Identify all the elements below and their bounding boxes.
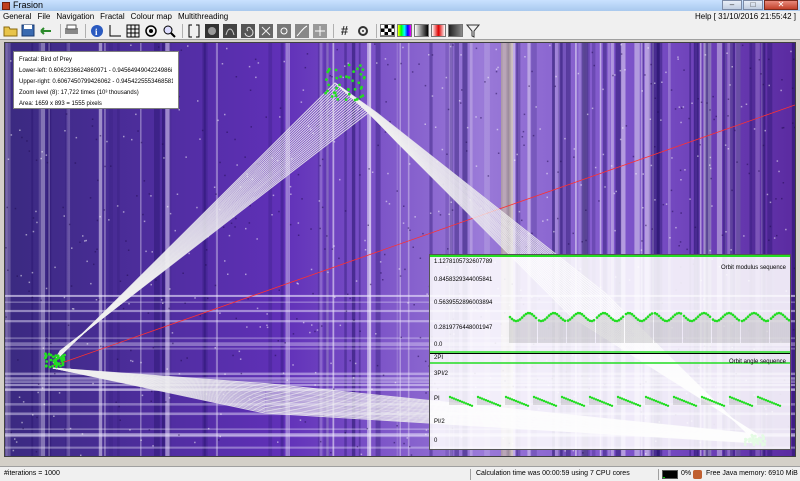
swirl-icon[interactable]: [240, 23, 255, 38]
toolbar-separator: [85, 23, 86, 38]
modulus-axis-label: 0.8458329344005841: [434, 277, 493, 283]
minimize-button[interactable]: –: [722, 0, 742, 10]
cpu-meter-fill: [663, 477, 665, 478]
toolbar-separator: [182, 23, 183, 38]
clock: [ 31/10/2016 21:55:42 ]: [713, 12, 796, 21]
angle-axis-label: 2PI: [434, 355, 444, 361]
save-icon[interactable]: [21, 23, 36, 38]
menu-colour-map[interactable]: Colour map: [128, 11, 175, 22]
spiral-icon[interactable]: [258, 23, 273, 38]
menu-navigation[interactable]: Navigation: [53, 11, 97, 22]
julia-icon[interactable]: [204, 23, 219, 38]
menu-fractal[interactable]: Fractal: [97, 11, 127, 22]
angle-axis-label: PI/2: [434, 419, 445, 425]
garbage-collect-icon[interactable]: [693, 470, 702, 479]
rainbow-swatch-icon[interactable]: [397, 24, 412, 37]
menu-general[interactable]: General: [0, 11, 34, 22]
status-cpu-percent: 0%: [681, 470, 692, 477]
status-separator: [658, 469, 659, 480]
app-icon: [2, 1, 10, 10]
modulus-axis-label: 0.5639552896003894: [434, 300, 493, 306]
grid-icon[interactable]: [125, 23, 140, 38]
target-icon[interactable]: [143, 23, 158, 38]
undo-icon[interactable]: [39, 23, 54, 38]
angle-axis-label: 0: [434, 438, 438, 444]
title-bar[interactable]: Frasion – □ ✕: [0, 0, 800, 11]
modulus-axis-label: 1.1278105732607789: [434, 259, 493, 265]
window-controls: – □ ✕: [721, 0, 798, 10]
menu-help[interactable]: Help: [695, 12, 711, 21]
grey-swatch-icon[interactable]: [414, 24, 429, 37]
cpu-meter: [662, 470, 678, 479]
print-icon[interactable]: [64, 23, 79, 38]
shell-icon[interactable]: [312, 23, 327, 38]
coordinates-icon[interactable]: [107, 23, 122, 38]
hash-icon[interactable]: #: [337, 23, 352, 38]
info-lower-left: Lower-left: 0.6062336624860971 - 0.94564…: [19, 68, 173, 74]
status-separator: [470, 469, 471, 480]
filter-icon[interactable]: [465, 23, 480, 38]
red-swatch-icon[interactable]: [431, 24, 446, 37]
angle-axis-label: PI: [434, 396, 440, 402]
window-title: Frasion: [13, 0, 44, 10]
info-zoom-level: Zoom level (8): 17,722 times (10³ thousa…: [19, 90, 139, 96]
orbit-icon[interactable]: [276, 23, 291, 38]
close-button[interactable]: ✕: [764, 0, 798, 10]
app-window: Frasion – □ ✕ General File Navigation Fr…: [0, 0, 800, 481]
fractal-canvas[interactable]: Fractal: Bird of Prey Lower-left: 0.6062…: [4, 42, 796, 457]
open-folder-icon[interactable]: [3, 23, 18, 38]
orbit-plot-divider: [430, 353, 790, 354]
menu-multithreading[interactable]: Multithreading: [175, 11, 231, 22]
modulus-plot-title: Orbit modulus sequence: [720, 265, 786, 271]
settings-icon[interactable]: [355, 23, 370, 38]
status-iterations: #iterations = 1000: [4, 470, 60, 477]
info-icon[interactable]: i: [89, 23, 104, 38]
toolbar-separator: [376, 23, 377, 38]
modulus-axis-label: 0.0: [434, 342, 443, 348]
modulus-sequence-points: [508, 311, 790, 343]
toolbar: i #: [0, 22, 800, 40]
status-bar: #iterations = 1000 Calculation time was …: [0, 466, 800, 481]
help-and-clock: Help [ 31/10/2016 21:55:42 ]: [695, 11, 796, 22]
feather-icon[interactable]: [294, 23, 309, 38]
info-upper-right: Upper-right: 0.6067450799426062 - 0.9454…: [19, 79, 173, 85]
toolbar-separator: [60, 23, 61, 38]
orbit-panel: 1.1278105732607789 Orbit modulus sequenc…: [429, 254, 791, 450]
fractal-icon[interactable]: [222, 23, 237, 38]
menu-bar: General File Navigation Fractal Colour m…: [0, 11, 800, 22]
bracket-icon[interactable]: [186, 23, 201, 38]
angle-sequence-points: [448, 395, 782, 407]
zoom-icon[interactable]: [161, 23, 176, 38]
toolbar-separator: [333, 23, 334, 38]
modulus-axis-label: 0.2819776448001947: [434, 325, 493, 331]
maximize-button[interactable]: □: [743, 0, 763, 10]
menu-file[interactable]: File: [34, 11, 53, 22]
fractal-info-box: Fractal: Bird of Prey Lower-left: 0.6062…: [13, 51, 179, 109]
info-area: Area: 1659 x 893 = 1555 pixels: [19, 101, 102, 107]
status-memory: Free Java memory: 6910 MiB (95%): [706, 470, 800, 477]
status-calc-time: Calculation time was 00:00:59 using 7 CP…: [476, 470, 630, 477]
dark-swatch-icon[interactable]: [448, 24, 463, 37]
checker-swatch-icon[interactable]: [380, 24, 395, 37]
angle-axis-label: 3PI/2: [434, 371, 449, 377]
info-fractal-name: Fractal: Bird of Prey: [19, 57, 73, 63]
angle-plot-title: Orbit angle sequence: [728, 359, 786, 365]
